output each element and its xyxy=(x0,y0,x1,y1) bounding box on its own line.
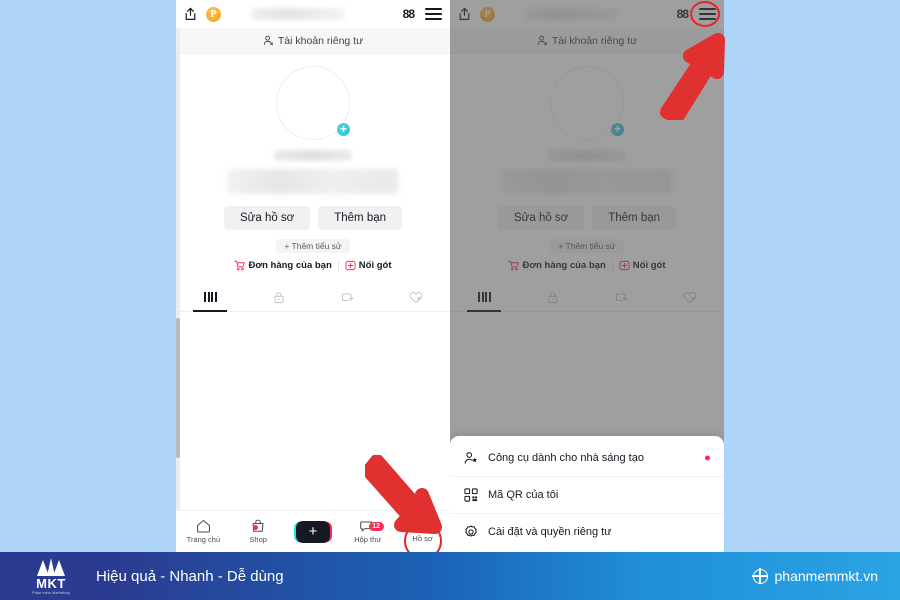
footer-website[interactable]: phanmemmkt.vn xyxy=(751,567,878,585)
home-icon xyxy=(196,519,210,533)
creator-tools-notification-dot xyxy=(705,455,710,461)
display-name-redacted xyxy=(274,150,352,161)
share-icon[interactable] xyxy=(184,7,197,21)
nav-shop[interactable]: Shop xyxy=(231,519,286,544)
cart-icon xyxy=(234,260,246,271)
noi-got-link[interactable]: Nối gót xyxy=(345,260,392,271)
nav-home[interactable]: Trang chủ xyxy=(176,519,231,544)
follow-stats-redacted xyxy=(502,169,672,194)
profile-action-sheet: Công cụ dành cho nhà sáng tạo Mã QR của … xyxy=(450,436,724,552)
noi-got-label: Nối gót xyxy=(632,260,666,271)
content-tabs xyxy=(450,283,724,312)
heart-icon xyxy=(683,291,697,303)
your-orders-label: Đơn hàng của bạn xyxy=(522,260,606,271)
plus-badge-icon[interactable]: + xyxy=(335,121,352,138)
shop-links-divider xyxy=(337,260,339,271)
menu-creator-tools[interactable]: Công cụ dành cho nhà sáng tạo xyxy=(450,440,724,477)
menu-settings-privacy[interactable]: Cài đặt và quyền riêng tư xyxy=(450,514,724,550)
your-orders-link[interactable]: Đơn hàng của bạn xyxy=(234,260,332,271)
pro-badge-icon[interactable]: P xyxy=(480,6,495,22)
pro-badge-icon[interactable]: P xyxy=(206,6,221,22)
branding-footer: MKT Phần mềm Marketing Hiệu quả - Nhanh … xyxy=(0,552,900,600)
follow-stats-redacted xyxy=(228,169,398,194)
tab-liked[interactable] xyxy=(382,283,451,311)
grid-icon xyxy=(204,292,217,302)
page-scrollbar-thumb[interactable] xyxy=(176,318,180,458)
avatar[interactable]: + xyxy=(550,66,626,140)
repost-icon xyxy=(341,293,354,301)
add-friend-button[interactable]: Thêm bạn xyxy=(592,206,677,230)
noi-got-label: Nối gót xyxy=(358,260,392,271)
grid-icon xyxy=(478,292,491,302)
footer-slogan: Hiệu quả - Nhanh - Dễ dùng xyxy=(96,567,284,585)
edit-profile-button[interactable]: Sửa hồ sơ xyxy=(223,206,311,230)
nav-create[interactable]: + xyxy=(286,520,341,543)
mkt-logo: MKT Phần mềm Marketing xyxy=(22,557,80,595)
private-account-label: Tài khoản riêng tư xyxy=(277,34,364,47)
footer-website-label: phanmemmkt.vn xyxy=(774,568,878,584)
nav-home-label: Trang chủ xyxy=(186,535,221,544)
private-account-banner: Tài khoản riêng tư xyxy=(176,28,450,54)
profile-topbar: P 88 xyxy=(176,0,450,28)
noi-got-link[interactable]: Nối gót xyxy=(619,260,666,271)
gift-box-icon xyxy=(619,260,630,271)
username-title-redacted xyxy=(252,8,344,20)
tab-videos[interactable] xyxy=(176,283,245,311)
mkt-wordmark: MKT xyxy=(36,576,66,591)
profile-header: + Sửa hồ sơ Thêm bạn + Thêm tiểu sử Đơn xyxy=(176,54,450,271)
hamburger-menu-icon[interactable] xyxy=(425,8,442,20)
add-friend-button[interactable]: Thêm bạn xyxy=(318,206,403,230)
share-icon[interactable] xyxy=(458,7,471,21)
tab-liked[interactable] xyxy=(656,283,725,311)
qr-code-icon xyxy=(464,488,478,502)
content-tabs xyxy=(176,283,450,312)
nav-shop-label: Shop xyxy=(249,535,267,544)
profile-action-buttons: Sửa hồ sơ Thêm bạn xyxy=(223,206,403,230)
tab-reposts[interactable] xyxy=(313,283,382,311)
mkt-mountain-icon xyxy=(37,558,65,576)
plus-badge-icon[interactable]: + xyxy=(609,121,626,138)
add-bio-button[interactable]: + Thêm tiểu sử xyxy=(550,239,624,253)
step-counter-icon[interactable]: 88 xyxy=(677,7,689,21)
tab-private[interactable] xyxy=(245,283,314,311)
step-counter-icon[interactable]: 88 xyxy=(403,7,415,21)
private-account-label: Tài khoản riêng tư xyxy=(551,34,638,47)
menu-settings-privacy-label: Cài đặt và quyền riêng tư xyxy=(488,526,612,538)
cart-icon xyxy=(508,260,520,271)
avatar[interactable]: + xyxy=(276,66,352,140)
globe-icon xyxy=(751,567,769,585)
settings-gear-icon xyxy=(465,525,477,537)
tab-private[interactable] xyxy=(519,283,588,311)
creator-tools-icon xyxy=(464,452,478,464)
your-orders-label: Đơn hàng của bạn xyxy=(248,260,332,271)
edit-profile-button[interactable]: Sửa hồ sơ xyxy=(497,206,585,230)
private-person-icon xyxy=(537,35,547,46)
annotation-arrow-to-hamburger xyxy=(660,33,725,120)
display-name-redacted xyxy=(548,150,626,161)
menu-my-qr[interactable]: Mã QR của tôi xyxy=(450,477,724,514)
annotation-arrow-to-profile-tab xyxy=(365,455,442,534)
gift-box-icon xyxy=(345,260,356,271)
plus-create-icon[interactable]: + xyxy=(295,520,330,543)
private-person-icon xyxy=(263,35,273,46)
menu-my-qr-label: Mã QR của tôi xyxy=(488,489,559,501)
repost-icon xyxy=(615,293,628,301)
your-orders-link[interactable]: Đơn hàng của bạn xyxy=(508,260,606,271)
tab-reposts[interactable] xyxy=(587,283,656,311)
lock-icon xyxy=(274,291,284,303)
shop-links-row: Đơn hàng của bạn Nối gót xyxy=(508,260,666,271)
menu-creator-tools-label: Công cụ dành cho nhà sáng tạo xyxy=(488,452,644,464)
username-title-redacted xyxy=(526,8,618,20)
heart-icon xyxy=(409,291,423,303)
profile-action-buttons: Sửa hồ sơ Thêm bạn xyxy=(497,206,677,230)
shop-links-divider xyxy=(611,260,613,271)
lock-icon xyxy=(548,291,558,303)
mkt-tagline: Phần mềm Marketing xyxy=(32,591,70,595)
tab-videos[interactable] xyxy=(450,283,519,311)
shop-notification-dot xyxy=(252,525,258,530)
add-bio-button[interactable]: + Thêm tiểu sử xyxy=(276,239,350,253)
shop-links-row: Đơn hàng của bạn Nối gót xyxy=(234,260,392,271)
